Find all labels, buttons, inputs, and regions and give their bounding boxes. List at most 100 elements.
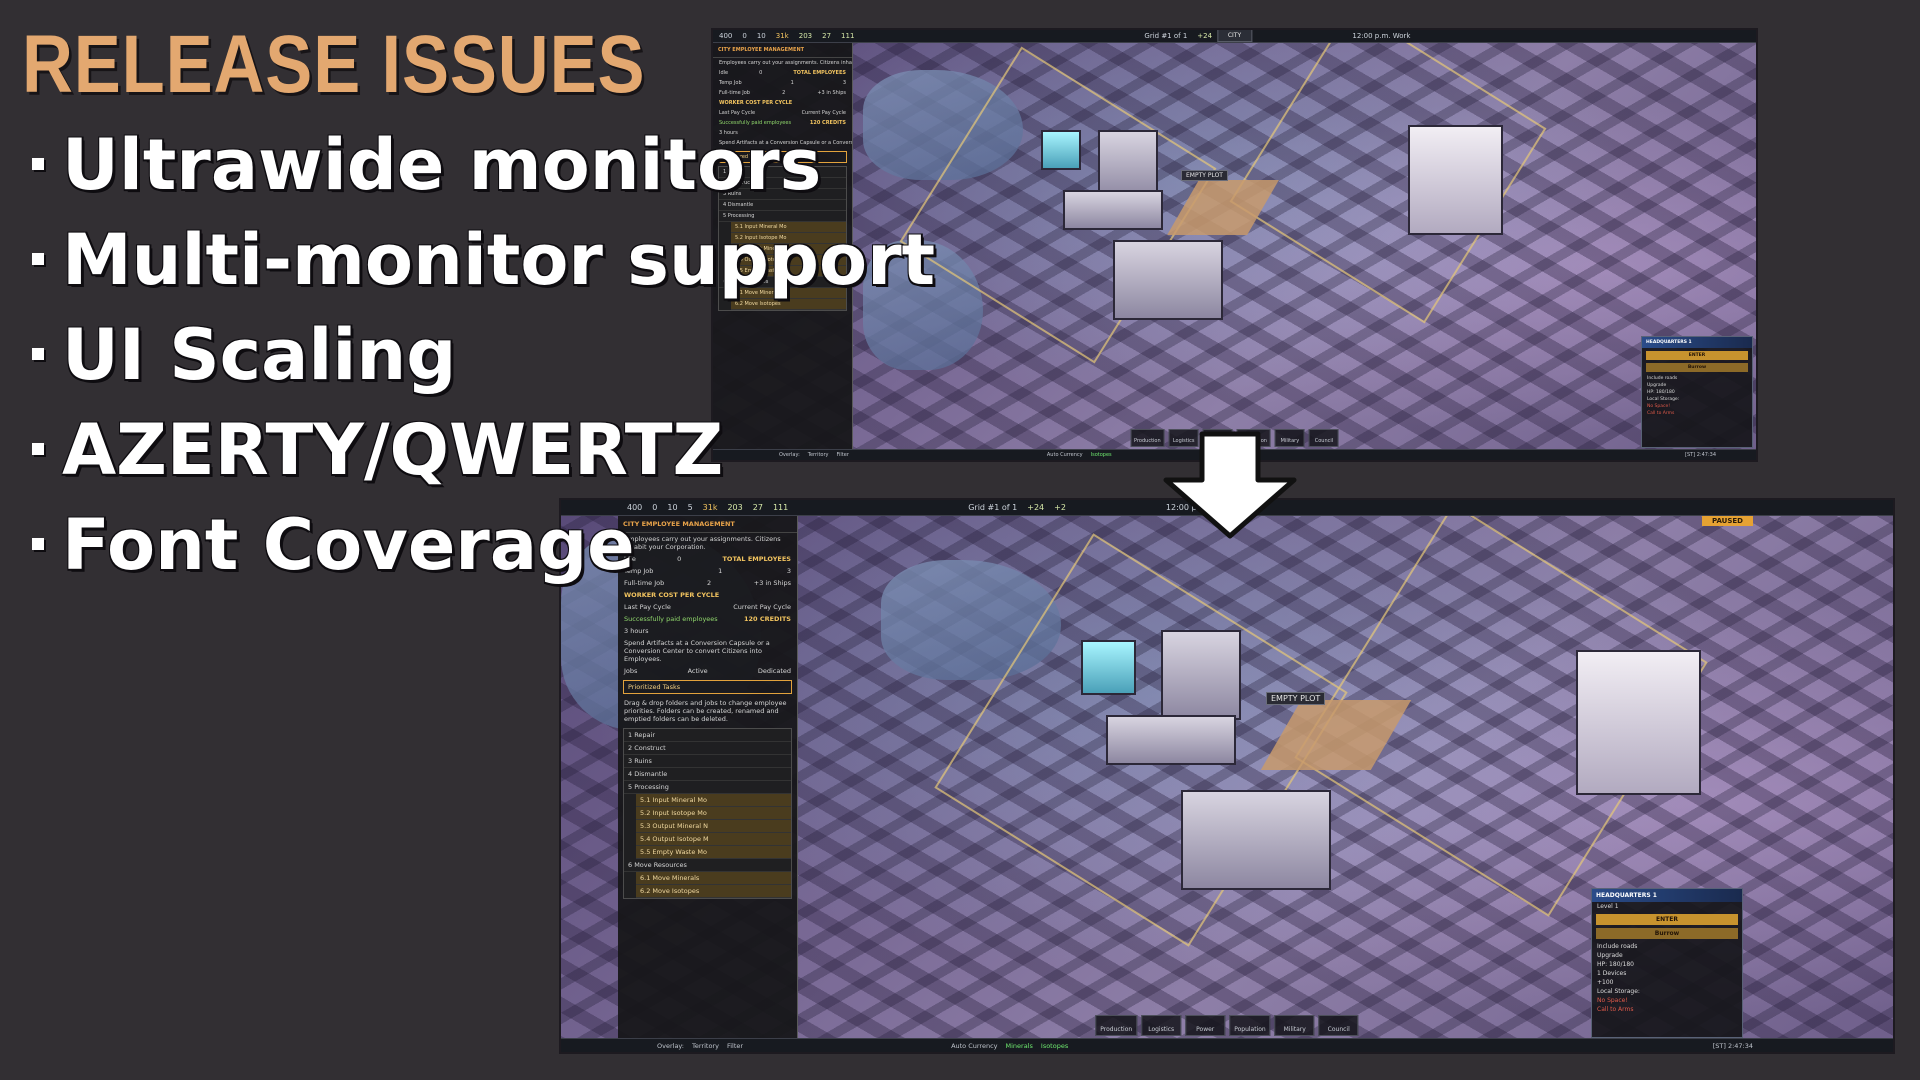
task-folder[interactable]: 3 Ruins — [624, 755, 791, 768]
dock-population[interactable]: Population — [1229, 1015, 1271, 1036]
task-folder[interactable]: 1 Repair — [624, 729, 791, 742]
clock-time: 12:00 p.m. Work — [1352, 32, 1411, 40]
burrow-button[interactable]: Burrow — [1646, 363, 1748, 372]
include-roads-checkbox[interactable]: Include roads — [1642, 375, 1752, 382]
call-to-arms-button[interactable]: Call to Arms — [1642, 410, 1752, 417]
cost-heading: WORKER COST PER CYCLE — [719, 100, 793, 106]
task-job[interactable]: 5.3 Output Mineral N — [636, 820, 791, 833]
upgrade-button[interactable]: Upgrade — [1592, 951, 1742, 960]
isotopes-label: Isotopes — [1090, 452, 1112, 458]
include-roads-checkbox[interactable]: Include roads — [1592, 942, 1742, 951]
task-job[interactable]: 5.5 Empty Waste Mo — [636, 846, 791, 859]
resource-value[interactable]: 27 — [822, 32, 831, 40]
issue-item: Ultrawide monitors — [28, 124, 935, 219]
no-space-warning: No Space! — [1597, 997, 1628, 1004]
dock-power[interactable]: Power — [1185, 1015, 1226, 1036]
factory-building[interactable] — [1063, 190, 1163, 230]
task-job[interactable]: 5.2 Input Isotope Mo — [636, 807, 791, 820]
grid-selector[interactable]: Grid #1 of 1 — [1144, 32, 1187, 40]
issue-text: Font Coverage — [62, 504, 635, 586]
contents-readout: 1 Devices — [1597, 970, 1627, 977]
burrow-button[interactable]: Burrow — [1596, 928, 1738, 939]
bullet-icon — [32, 253, 44, 265]
dock-council[interactable]: Council — [1308, 429, 1339, 447]
issue-item: AZERTY/QWERTZ — [28, 409, 935, 504]
empty-plot-label: EMPTY PLOT — [1266, 692, 1326, 705]
bottom-bar: Overlay: Territory Filter Auto Currency … — [561, 1038, 1893, 1052]
filter-toggle[interactable]: Filter — [727, 1042, 743, 1050]
hq-info-panel: HEADQUARTERS 1 ENTER Burrow Include road… — [1641, 336, 1753, 448]
dock-production[interactable]: Production — [1095, 1015, 1138, 1036]
dock-military[interactable]: Military — [1274, 1015, 1315, 1036]
prioritized-tasks[interactable]: Prioritized Tasks — [623, 680, 792, 694]
issue-text: Multi-monitor support — [62, 219, 936, 301]
factory-building[interactable] — [1106, 715, 1236, 765]
task-job[interactable]: 6.2 Move Isotopes — [636, 885, 791, 898]
session-time: [ST] 2:47:34 — [1712, 1041, 1753, 1050]
call-to-arms-button[interactable]: Call to Arms — [1592, 1005, 1742, 1014]
effect-readout: +100 — [1597, 979, 1614, 986]
storage-label: Local Storage: — [1647, 397, 1680, 402]
task-job[interactable]: 6.1 Move Minerals — [636, 872, 791, 885]
slide: RELEASE ISSUES Ultrawide monitors Multi-… — [0, 0, 1920, 1080]
hq-info-panel: HEADQUARTERS 1 Level 1 ENTER Burrow Incl… — [1591, 888, 1743, 1038]
office-building[interactable] — [1161, 630, 1241, 720]
reactor-building[interactable] — [1081, 640, 1136, 695]
panel-title: CITY EMPLOYEE MANAGEMENT — [713, 43, 852, 58]
no-space-warning: No Space! — [1647, 404, 1671, 409]
headquarters-building[interactable] — [1408, 125, 1503, 235]
build-dock: Production Logistics Power Population Mi… — [1095, 1015, 1359, 1036]
resource-value[interactable]: 111 — [841, 32, 854, 40]
enter-button[interactable]: ENTER — [1596, 914, 1738, 925]
jobs-count[interactable]: 10 — [757, 32, 766, 40]
idle-count[interactable]: 0 — [742, 32, 746, 40]
task-folder[interactable]: 4 Dismantle — [624, 768, 791, 781]
storage-building[interactable] — [1181, 790, 1331, 890]
auto-currency-toggle[interactable]: Auto Currency — [1047, 452, 1083, 458]
issue-item: UI Scaling — [28, 314, 935, 409]
storage-building[interactable] — [1113, 240, 1223, 320]
empty-plot-label: EMPTY PLOT — [1181, 170, 1228, 181]
enter-button[interactable]: ENTER — [1646, 351, 1748, 360]
reactor-building[interactable] — [1041, 130, 1081, 170]
issue-text: AZERTY/QWERTZ — [62, 409, 724, 491]
hp-readout: HP: 180/180 — [1647, 390, 1675, 395]
grid-delta: +24 — [1027, 503, 1045, 512]
task-folder[interactable]: 6 Move Resources — [624, 859, 791, 872]
grid-selector[interactable]: Grid #1 of 1 — [968, 503, 1017, 512]
task-job[interactable]: 5.4 Output Isotope M — [636, 833, 791, 846]
task-list: 1 Repair 2 Construct 3 Ruins 4 Dismantle… — [623, 728, 792, 899]
city-tab[interactable]: CITY — [1216, 30, 1253, 42]
hq-title: HEADQUARTERS 1 — [1592, 889, 1742, 902]
resource-value[interactable]: 203 — [799, 32, 812, 40]
upgrade-button[interactable]: Upgrade — [1642, 382, 1752, 389]
grid-delta: +24 — [1197, 32, 1213, 40]
task-folder[interactable]: 2 Construct — [624, 742, 791, 755]
down-arrow-icon — [1163, 431, 1297, 539]
slide-title: RELEASE ISSUES — [22, 19, 646, 110]
bullet-icon — [32, 538, 44, 550]
headquarters-building[interactable] — [1576, 650, 1701, 795]
grid-delta: +2 — [1054, 503, 1066, 512]
hq-level: Level 1 — [1597, 903, 1619, 910]
dock-logistics[interactable]: Logistics — [1141, 1015, 1182, 1036]
isotopes-label: Isotopes — [1040, 1041, 1069, 1050]
hq-title: HEADQUARTERS 1 — [1642, 337, 1752, 348]
task-folder[interactable]: 5 Processing — [624, 781, 791, 794]
storage-label: Local Storage: — [1597, 988, 1640, 995]
issue-text: Ultrawide monitors — [62, 124, 822, 206]
minerals-label: Minerals — [1005, 1041, 1033, 1050]
auto-currency-toggle[interactable]: Auto Currency — [951, 1042, 997, 1050]
issue-item: Multi-monitor support — [28, 219, 935, 314]
bullet-icon — [32, 158, 44, 170]
issue-item: Font Coverage — [28, 504, 935, 599]
paused-badge: PAUSED — [1701, 516, 1753, 526]
issue-list: Ultrawide monitors Multi-monitor support… — [28, 124, 935, 599]
workers-count[interactable]: 400 — [719, 32, 732, 40]
overlay-label: Overlay: — [657, 1041, 684, 1050]
credits-value[interactable]: 31k — [776, 32, 789, 40]
dock-council[interactable]: Council — [1318, 1015, 1359, 1036]
territory-toggle[interactable]: Territory — [692, 1042, 719, 1050]
task-job[interactable]: 5.1 Input Mineral Mo — [636, 794, 791, 807]
hp-readout: HP: 180/180 — [1597, 961, 1634, 968]
